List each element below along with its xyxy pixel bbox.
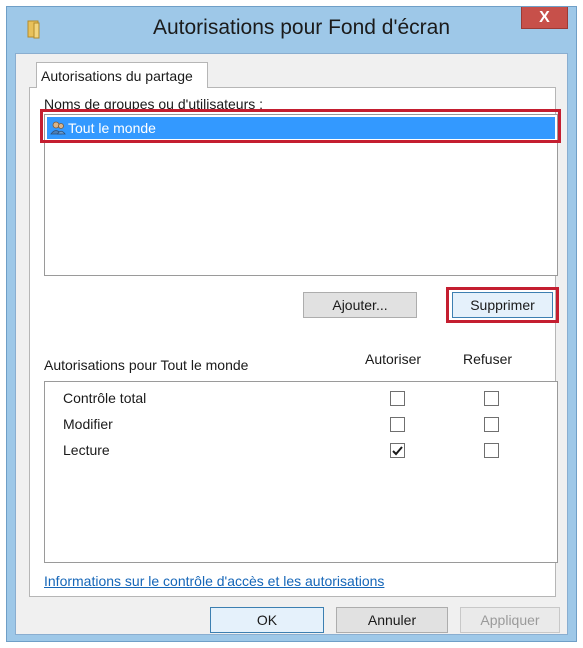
user-item-label: Tout le monde (68, 120, 156, 136)
permissions-dialog: Autorisations pour Fond d'écran X Autori… (6, 6, 577, 642)
allow-column-header: Autoriser (365, 351, 422, 367)
perm-label-read: Lecture (63, 442, 110, 458)
checkbox-allow-modify[interactable] (390, 417, 405, 432)
deny-column-header: Refuser (463, 351, 513, 367)
user-item-tout-le-monde[interactable]: Tout le monde (47, 117, 555, 139)
checkbox-allow-full-control[interactable] (390, 391, 405, 406)
access-control-help-link[interactable]: Informations sur le contrôle d'accès et … (44, 573, 384, 589)
users-list-label: Noms de groupes ou d'utilisateurs : (44, 96, 264, 112)
permissions-list: Contrôle total Modifier Lecture (44, 381, 558, 563)
checkbox-deny-read[interactable] (484, 443, 499, 458)
tab-panel: Noms de groupes ou d'utilisateurs : Tout… (29, 87, 561, 597)
checkbox-deny-full-control[interactable] (484, 391, 499, 406)
close-button[interactable]: X (521, 7, 568, 29)
cancel-button[interactable]: Annuler (336, 607, 448, 633)
window-title: Autorisations pour Fond d'écran (152, 16, 450, 39)
add-button[interactable]: Ajouter... (303, 292, 417, 318)
apply-button[interactable]: Appliquer (460, 607, 560, 633)
users-group-icon (50, 121, 66, 135)
ok-button[interactable]: OK (210, 607, 324, 633)
tab-share-permissions[interactable]: Autorisations du partage (36, 62, 208, 88)
checkmark-icon (392, 446, 403, 456)
checkbox-allow-read[interactable] (390, 443, 405, 458)
perm-label-modify: Modifier (63, 416, 113, 432)
perm-label-full-control: Contrôle total (63, 390, 147, 406)
permissions-title: Autorisations pour Tout le monde (44, 357, 249, 373)
title-bar[interactable]: Autorisations pour Fond d'écran X (7, 7, 576, 53)
checkbox-deny-modify[interactable] (484, 417, 499, 432)
dialog-body: Autorisations du partage Noms de groupes… (15, 53, 568, 635)
remove-button[interactable]: Supprimer (452, 292, 553, 318)
users-listbox[interactable]: Tout le monde (44, 114, 558, 276)
